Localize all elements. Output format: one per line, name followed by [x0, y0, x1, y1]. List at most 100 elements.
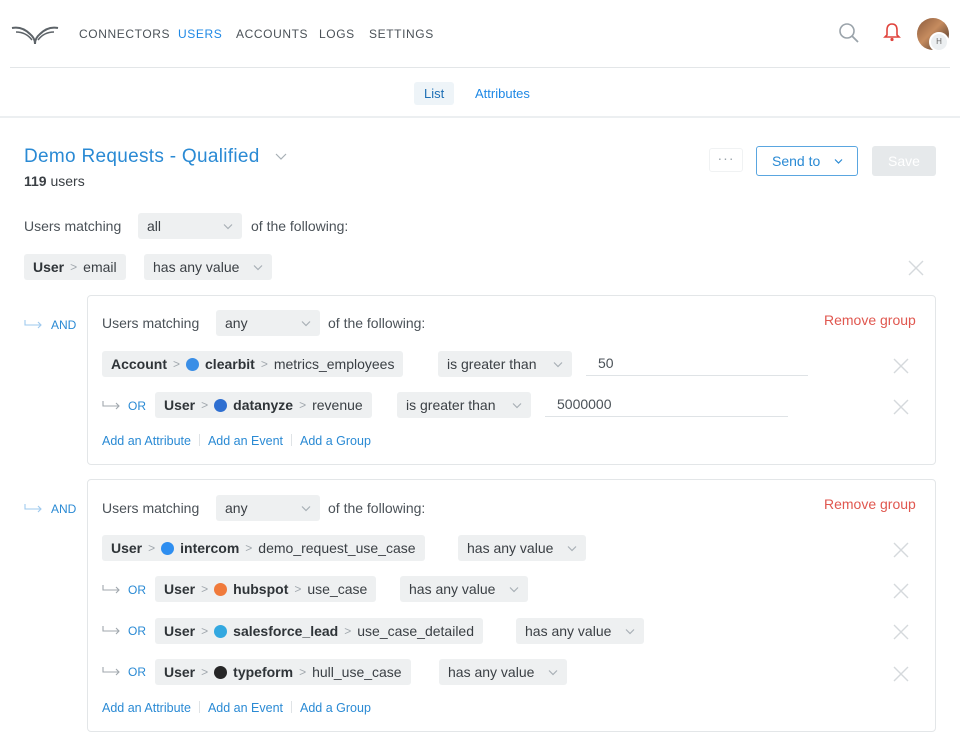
chevron-down-icon	[253, 265, 263, 271]
condition-attribute[interactable]: Account > clearbit > metrics_employees	[102, 351, 404, 377]
root-match-select[interactable]: all	[138, 213, 242, 239]
service-label: datanyze	[233, 397, 294, 413]
condition-operator[interactable]: has any value	[458, 535, 586, 561]
top-nav: CONNECTORS USERS ACCOUNTS LOGS SETTINGS …	[0, 0, 960, 68]
datanyze-icon	[214, 398, 228, 412]
tab-attributes[interactable]: Attributes	[465, 82, 540, 105]
chevron-down-icon[interactable]	[275, 152, 287, 162]
chevron-down-icon	[834, 159, 843, 164]
group-match-prefix: Users matching	[102, 500, 200, 516]
save-button[interactable]: Save	[872, 146, 936, 176]
close-icon[interactable]	[893, 399, 909, 415]
entity-label: User	[164, 397, 196, 413]
close-icon[interactable]	[893, 583, 909, 599]
condition-attribute[interactable]: User > hubspot > use_case	[155, 576, 377, 602]
close-icon[interactable]	[893, 542, 909, 558]
attribute-label: use_case	[307, 581, 368, 597]
condition-attribute[interactable]: User > intercom > demo_request_use_case	[102, 535, 425, 561]
chevron-down-icon	[625, 629, 635, 635]
add-attribute-link[interactable]: Add an Attribute	[102, 434, 191, 448]
group-match-prefix: Users matching	[102, 315, 200, 331]
add-event-link[interactable]: Add an Event	[208, 434, 283, 448]
close-icon[interactable]	[908, 260, 924, 276]
group-match-suffix: of the following:	[328, 500, 426, 516]
operator-label: has any value	[409, 581, 496, 597]
entity-label: User	[111, 540, 143, 556]
add-event-link[interactable]: Add an Event	[208, 701, 283, 715]
or-label: OR	[128, 399, 146, 413]
nav-settings[interactable]: SETTINGS	[369, 27, 434, 41]
condition-value-input[interactable]: 5000000	[545, 393, 788, 417]
filter-group	[87, 479, 936, 732]
segment-title[interactable]: Demo Requests - Qualified	[24, 146, 260, 168]
send-to-label: Send to	[772, 153, 821, 169]
or-arrow-icon	[102, 626, 120, 635]
entity-label: User	[33, 259, 65, 275]
nav-accounts[interactable]: ACCOUNTS	[236, 27, 308, 41]
and-arrow-icon	[24, 320, 42, 329]
attribute-label: demo_request_use_case	[258, 540, 416, 556]
add-group-link[interactable]: Add a Group	[300, 701, 371, 715]
chevron-down-icon	[301, 321, 311, 327]
chevron-down-icon	[223, 224, 233, 230]
remove-group-button[interactable]: Remove group	[824, 312, 916, 328]
condition-operator[interactable]: has any value	[400, 576, 528, 602]
root-match-prefix: Users matching	[24, 218, 122, 234]
tab-list[interactable]: List	[414, 82, 455, 105]
nav-connectors[interactable]: CONNECTORS	[79, 27, 170, 41]
group-match-select[interactable]: any	[216, 310, 320, 336]
send-to-button[interactable]: Send to	[756, 146, 858, 176]
chevron-down-icon	[512, 403, 522, 409]
root-match-suffix: of the following:	[251, 218, 349, 234]
or-arrow-icon	[102, 401, 120, 410]
count-number: 119	[24, 173, 47, 189]
more-options-button[interactable]: ···	[709, 148, 743, 172]
chevron-down-icon	[301, 506, 311, 512]
remove-group-button[interactable]: Remove group	[824, 496, 916, 512]
close-icon[interactable]	[893, 666, 909, 682]
chevron-down-icon	[509, 587, 519, 593]
root-condition-operator[interactable]: has any value	[144, 254, 272, 280]
attribute-label: use_case_detailed	[357, 623, 475, 639]
or-arrow-icon	[102, 667, 120, 676]
hull-logo-icon[interactable]	[10, 22, 60, 48]
hubspot-icon	[214, 582, 228, 596]
root-match-value: all	[147, 218, 162, 234]
or-label: OR	[128, 665, 146, 679]
close-icon[interactable]	[893, 358, 909, 374]
root-condition-attribute[interactable]: User > email	[24, 254, 126, 280]
clearbit-icon	[186, 357, 200, 371]
condition-attribute[interactable]: User > salesforce_lead > use_case_detailed	[155, 618, 484, 644]
nav-users[interactable]: USERS	[178, 27, 222, 41]
service-label: clearbit	[205, 356, 255, 372]
group-match-select[interactable]: any	[216, 495, 320, 521]
search-icon[interactable]	[838, 22, 860, 44]
group-match-suffix: of the following:	[328, 315, 426, 331]
subtab-divider	[0, 116, 960, 118]
condition-operator[interactable]: is greater than	[397, 392, 531, 418]
nav-logs[interactable]: LOGS	[319, 27, 355, 41]
or-label: OR	[128, 583, 146, 597]
entity-label: User	[164, 581, 196, 597]
condition-value-input[interactable]: 50	[586, 352, 808, 376]
segment-user-count: 119 users	[24, 173, 85, 189]
service-label: hubspot	[233, 581, 289, 597]
and-label: AND	[51, 318, 77, 332]
entity-label: User	[164, 623, 196, 639]
close-icon[interactable]	[893, 624, 909, 640]
operator-label: is greater than	[447, 356, 537, 372]
typeform-icon	[214, 665, 228, 679]
intercom-icon	[161, 541, 175, 555]
add-group-link[interactable]: Add a Group	[300, 434, 371, 448]
count-suffix: users	[50, 173, 85, 189]
condition-attribute[interactable]: User > typeform > hull_use_case	[155, 659, 411, 685]
condition-operator[interactable]: has any value	[516, 618, 644, 644]
condition-operator[interactable]: has any value	[439, 659, 567, 685]
and-label: AND	[51, 502, 77, 516]
bell-icon[interactable]	[883, 22, 901, 42]
operator-label: has any value	[153, 259, 240, 275]
service-label: typeform	[233, 664, 294, 680]
add-attribute-link[interactable]: Add an Attribute	[102, 701, 191, 715]
condition-attribute[interactable]: User > datanyze > revenue	[155, 392, 372, 418]
condition-operator[interactable]: is greater than	[438, 351, 572, 377]
